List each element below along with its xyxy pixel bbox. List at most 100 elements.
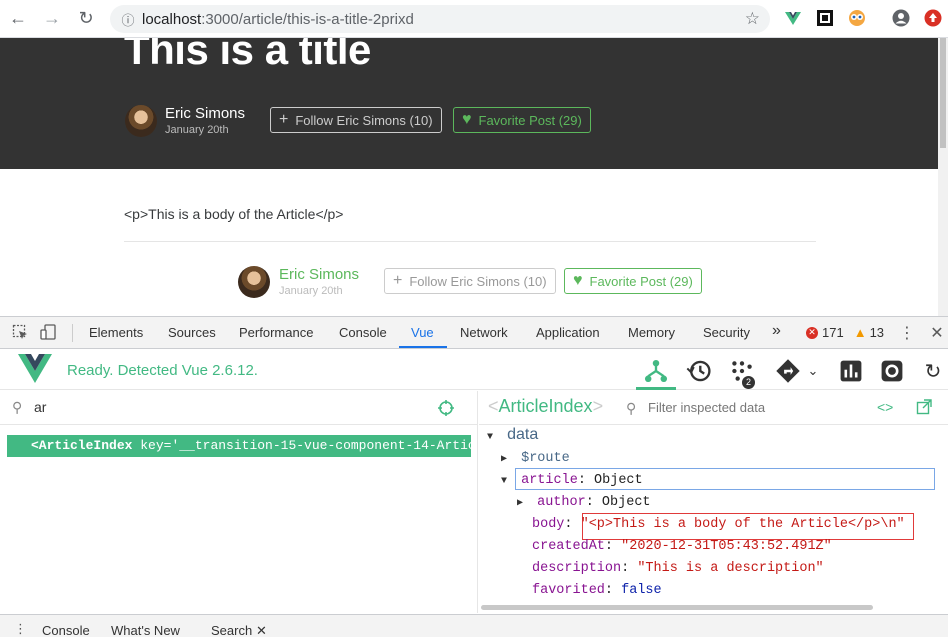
tab-sources[interactable]: Sources bbox=[168, 325, 216, 340]
error-icon: ✕ bbox=[806, 326, 818, 339]
vue-logo-icon bbox=[18, 354, 52, 383]
plus-icon: + bbox=[393, 272, 403, 289]
more-tabs-icon[interactable]: » bbox=[772, 322, 781, 340]
component-tree-pane: ⚲ <ArticleIndex key='__transition-15-vue… bbox=[0, 391, 478, 613]
kebab-menu-icon[interactable]: ⋮ bbox=[899, 323, 915, 342]
horizontal-scrollbar[interactable] bbox=[481, 605, 873, 610]
toolbar-separator bbox=[72, 324, 73, 342]
tab-application[interactable]: Application bbox=[536, 325, 600, 340]
description-key: description bbox=[532, 561, 622, 576]
tree-row-favorited[interactable]: favorited: false bbox=[532, 583, 662, 598]
inspect-element-icon[interactable] bbox=[12, 324, 28, 340]
vue-devtools-header: Ready. Detected Vue 2.6.12. 2 ⌄ ↻ bbox=[0, 350, 948, 390]
select-component-icon[interactable] bbox=[437, 399, 455, 417]
browser-toolbar: ← → ↻ ⓘ localhost:3000/article/this-is-a… bbox=[0, 0, 948, 38]
favorited-key: favorited bbox=[532, 583, 605, 598]
tree-row-route[interactable]: ▶ $route bbox=[501, 451, 570, 466]
address-bar[interactable]: ⓘ localhost:3000/article/this-is-a-title… bbox=[110, 5, 770, 33]
author-name-link[interactable]: Eric Simons bbox=[165, 105, 245, 122]
warning-icon: ▲ bbox=[853, 325, 867, 340]
open-in-editor-icon[interactable] bbox=[916, 399, 932, 415]
component-search-input[interactable] bbox=[34, 399, 414, 415]
page-viewport: This is a title Eric Simons January 20th… bbox=[0, 38, 938, 316]
tab-elements[interactable]: Elements bbox=[89, 325, 143, 340]
createdat-key: createdAt bbox=[532, 539, 605, 554]
chevron-down-icon[interactable]: ⌄ bbox=[800, 358, 826, 384]
owl-extension-icon[interactable] bbox=[848, 9, 866, 27]
device-toolbar-icon[interactable] bbox=[40, 324, 56, 340]
scrollbar-thumb[interactable] bbox=[940, 38, 946, 148]
caret-right-icon: ▶ bbox=[501, 454, 508, 465]
tab-memory[interactable]: Memory bbox=[628, 325, 675, 340]
tree-row-author[interactable]: ▶ author: Object bbox=[517, 495, 651, 510]
router-icon[interactable] bbox=[775, 358, 801, 384]
tab-vue[interactable]: Vue bbox=[411, 325, 434, 340]
drawer-menu-icon[interactable]: ⋮ bbox=[14, 621, 27, 637]
search-icon: ⚲ bbox=[626, 400, 637, 416]
devtools-tab-bar: Elements Sources Performance Console Vue… bbox=[0, 317, 948, 349]
tab-performance[interactable]: Performance bbox=[239, 325, 313, 340]
search-icon: ⚲ bbox=[12, 399, 23, 415]
component-search-bar: ⚲ bbox=[0, 391, 478, 425]
devtools-drawer: ⋮ Console What's New Search ✕ bbox=[0, 614, 948, 639]
author-value: Object bbox=[601, 495, 651, 510]
author-name-link[interactable]: Eric Simons bbox=[279, 266, 359, 283]
data-section-header[interactable]: ▼ data bbox=[487, 426, 538, 444]
article-key: article bbox=[521, 473, 578, 488]
qr-extension-icon[interactable] bbox=[816, 9, 834, 27]
component-row-selected[interactable]: <ArticleIndex key='__transition-15-vue-c… bbox=[7, 435, 471, 457]
caret-down-icon: ▼ bbox=[501, 476, 508, 487]
performance-chart-icon[interactable] bbox=[838, 358, 864, 384]
favorite-post-button[interactable]: ♥ Favorite Post (29) bbox=[453, 107, 591, 133]
favorite-button-label: Favorite Post (29) bbox=[478, 112, 582, 128]
vue-extension-icon[interactable] bbox=[784, 9, 802, 27]
close-devtools-icon[interactable]: ✕ bbox=[929, 323, 945, 342]
page-scrollbar[interactable] bbox=[938, 38, 948, 316]
author-avatar[interactable] bbox=[125, 105, 157, 137]
author-avatar[interactable] bbox=[238, 266, 270, 298]
bookmark-star-icon[interactable]: ☆ bbox=[745, 9, 760, 29]
inspect-dom-icon[interactable]: <> bbox=[877, 399, 893, 415]
refresh-icon[interactable]: ↻ bbox=[920, 358, 946, 384]
tree-row-createdat[interactable]: createdAt: "2020-12-31T05:43:52.491Z" bbox=[532, 539, 832, 554]
site-info-icon[interactable]: ⓘ bbox=[114, 10, 142, 29]
author-key: author bbox=[537, 495, 586, 510]
filter-data-input[interactable] bbox=[648, 400, 828, 415]
article-date: January 20th bbox=[165, 124, 229, 136]
component-tag: <ArticleIndex bbox=[31, 438, 133, 453]
body-key: body bbox=[532, 517, 565, 532]
tree-row-body[interactable]: body: "<p>This is a body of the Article<… bbox=[532, 517, 905, 532]
heart-icon: ♥ bbox=[573, 272, 583, 289]
description-value: "This is a description" bbox=[637, 561, 824, 576]
body-value: "<p>This is a body of the Article</p>\n" bbox=[580, 517, 905, 532]
close-search-tab-icon[interactable]: ✕ bbox=[256, 623, 267, 639]
follow-author-button[interactable]: + Follow Eric Simons (10) bbox=[384, 268, 556, 294]
article-body: <p>This is a body of the Article</p> bbox=[124, 206, 344, 222]
error-count: 171 bbox=[822, 325, 844, 340]
follow-author-button[interactable]: + Follow Eric Simons (10) bbox=[270, 107, 442, 133]
profile-avatar-icon[interactable] bbox=[892, 9, 910, 27]
back-icon[interactable]: ← bbox=[4, 5, 32, 33]
forward-icon[interactable]: → bbox=[38, 5, 66, 33]
update-alert-icon[interactable] bbox=[924, 9, 942, 27]
tab-console[interactable]: Console bbox=[339, 325, 387, 340]
tree-row-description[interactable]: description: "This is a description" bbox=[532, 561, 824, 576]
reload-icon[interactable]: ↻ bbox=[72, 5, 100, 33]
warning-count: 13 bbox=[869, 325, 885, 340]
favorite-post-button[interactable]: ♥ Favorite Post (29) bbox=[564, 268, 702, 294]
active-tool-indicator bbox=[636, 387, 676, 390]
tree-row-article[interactable]: ▼ article: Object bbox=[501, 473, 643, 488]
active-tab-indicator bbox=[399, 346, 447, 348]
tab-security[interactable]: Security bbox=[703, 325, 750, 340]
settings-gear-icon[interactable] bbox=[879, 358, 905, 384]
inspector-pane: <ArticleIndex> ⚲ <> ▼ data ▶ $route ▼ ar… bbox=[479, 391, 948, 613]
timeline-history-icon[interactable] bbox=[686, 358, 712, 384]
createdat-value: "2020-12-31T05:43:52.491Z" bbox=[621, 539, 832, 554]
store-badge: 2 bbox=[742, 376, 755, 389]
component-key: key='__transition-15-vue-component-14-Ar… bbox=[140, 438, 471, 453]
components-tree-icon[interactable] bbox=[643, 358, 669, 384]
caret-down-icon: ▼ bbox=[487, 432, 494, 443]
tab-network[interactable]: Network bbox=[460, 325, 508, 340]
url-text[interactable]: localhost:3000/article/this-is-a-title-2… bbox=[142, 11, 414, 28]
issue-counter[interactable]: ✕ 171 ▲ 13 bbox=[806, 325, 884, 340]
